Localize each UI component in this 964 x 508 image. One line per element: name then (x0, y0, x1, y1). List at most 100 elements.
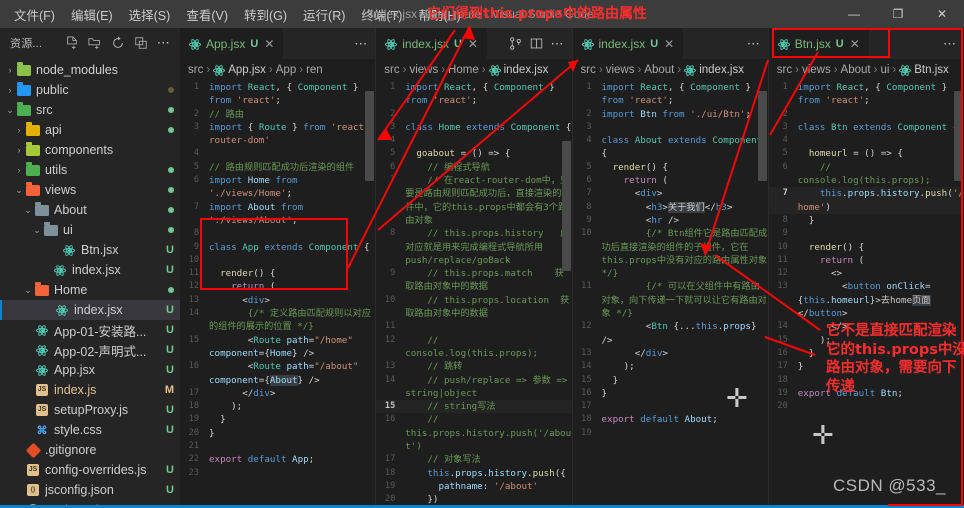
tree-item-app-jsx[interactable]: App.jsx U (0, 360, 180, 380)
close-icon[interactable]: ✕ (467, 37, 478, 51)
code-line[interactable]: 10 // this.props.location 获取路由对象中的数据 (376, 294, 571, 321)
code-line[interactable]: 11 (376, 320, 571, 333)
code-line[interactable]: 1 import React, { Component } from 'react… (180, 81, 375, 108)
twisty-icon[interactable]: ⌄ (22, 205, 34, 216)
tree-item-index-js[interactable]: JS index.js M (0, 380, 180, 400)
tree-item-style-css[interactable]: ⌘ style.css U (0, 420, 180, 440)
code-line[interactable]: 1 import React, { Component } from 'react… (769, 81, 964, 108)
code-line[interactable]: 17 </div> (180, 387, 375, 400)
code-line[interactable]: 18 export default About; (573, 413, 768, 426)
code-line[interactable]: 10 (180, 254, 375, 267)
code-line[interactable]: 4 (376, 134, 571, 147)
tree-item-home[interactable]: ⌄ Home (0, 280, 180, 300)
tree-item-public[interactable]: › public (0, 80, 180, 100)
layout-icon[interactable] (530, 37, 543, 50)
tree-item-app-01-------[interactable]: App-01-安装路... U (0, 320, 180, 340)
tree-item-app-02-------[interactable]: App-02-声明式... U (0, 340, 180, 360)
code-line[interactable]: 16 // this.props.history.push('/about') (376, 413, 571, 453)
code-line[interactable]: 22 export default App; (180, 453, 375, 466)
code-line[interactable]: 20} (180, 427, 375, 440)
breadcrumb-3[interactable]: src › views › About › index.jsx (572, 59, 768, 81)
code-line[interactable]: 19 (573, 427, 768, 440)
code-line[interactable]: 11 render() { (180, 267, 375, 280)
tree-item-setupproxy-js[interactable]: JS setupProxy.js U (0, 400, 180, 420)
close-icon[interactable]: ✕ (849, 37, 860, 51)
twisty-icon[interactable]: › (4, 65, 16, 75)
breadcrumb-segment[interactable]: views (802, 64, 831, 76)
breadcrumb-segment[interactable]: App.jsx (228, 64, 266, 76)
menu-item-go[interactable]: 转到(G) (236, 2, 295, 27)
code-line[interactable]: 6 return ( (573, 174, 768, 187)
tree-item-jsconfig-json[interactable]: {} jsconfig.json U (0, 480, 180, 500)
code-line[interactable]: 15 // string写法 (376, 400, 572, 414)
tree-item-ui[interactable]: ⌄ ui (0, 220, 180, 240)
code-line[interactable]: 10 render() { (769, 241, 964, 254)
breadcrumb-segment[interactable]: src (777, 64, 792, 76)
code-line[interactable]: 18 (769, 374, 964, 387)
twisty-icon[interactable]: ⌄ (22, 285, 34, 296)
menu-item-file[interactable]: 文件(F) (6, 2, 63, 27)
split-editor-icon[interactable] (509, 37, 522, 50)
code-line[interactable]: 16 <Route path="/about" component={About… (180, 360, 375, 387)
twisty-icon[interactable]: ⌄ (13, 185, 25, 196)
code-line[interactable]: 14 // push/replace => 参数 => string|objec… (376, 374, 571, 401)
tree-item-btn-jsx[interactable]: Btn.jsx U (0, 240, 180, 260)
code-line[interactable]: 19 export default Btn; (769, 387, 964, 400)
tree-item-index-jsx[interactable]: index.jsx U (0, 260, 180, 280)
tree-item-api[interactable]: › api (0, 120, 180, 140)
code-editor-1[interactable]: 1 import React, { Component } from 'react… (180, 81, 376, 508)
code-line[interactable]: 23 (180, 467, 375, 480)
code-line[interactable]: 13 <button onClick={this.homeurl}>去home页… (769, 280, 964, 320)
code-line[interactable]: 12 return ( (180, 280, 375, 293)
tree-item-utils[interactable]: › utils (0, 160, 180, 180)
code-line[interactable]: 8 } (769, 214, 964, 227)
code-line[interactable]: 2 import Btn from './ui/Btn'; (573, 108, 768, 121)
editor-tab-index-jsx[interactable]: index.jsx U ✕ (572, 28, 684, 59)
breadcrumb-segment[interactable]: index.jsx (699, 64, 744, 76)
breadcrumb-segment[interactable]: About (841, 64, 871, 76)
twisty-icon[interactable]: › (4, 85, 16, 95)
editor-scrollbar[interactable] (954, 91, 963, 181)
code-line[interactable]: 13 </div> (573, 347, 768, 360)
code-line[interactable]: 17} (769, 360, 964, 373)
code-line[interactable]: 8 // this.props.history 此对应就是用来完成编程式导航所用… (376, 227, 571, 267)
more-actions-icon[interactable]: ⋯ (354, 36, 367, 52)
code-editor-2[interactable]: 1 import React, { Component } from 'react… (376, 81, 572, 508)
editor-scrollbar[interactable] (365, 91, 375, 181)
close-icon[interactable]: ✕ (663, 37, 674, 51)
code-line[interactable]: 5 render() { (573, 161, 768, 174)
menu-item-view[interactable]: 查看(V) (178, 2, 236, 27)
tree-item-config-overrides-js[interactable]: JS config-overrides.js U (0, 460, 180, 480)
editor-scrollbar[interactable] (757, 91, 767, 181)
code-line[interactable]: 9 (769, 227, 964, 240)
code-line[interactable]: 4 (180, 147, 375, 160)
twisty-icon[interactable]: › (13, 165, 25, 175)
code-line[interactable]: 4 (769, 134, 964, 147)
tree-item-index-jsx[interactable]: index.jsx U (0, 300, 180, 320)
code-line[interactable]: 5 // 路由规则匹配成功后渲染的组件 (180, 161, 375, 174)
code-line[interactable]: 4 class About extends Component { (573, 134, 768, 161)
breadcrumb-segment[interactable]: views (606, 64, 635, 76)
code-line[interactable]: 20 (769, 400, 964, 413)
breadcrumb-segment[interactable]: ren (306, 64, 323, 76)
tree-item--gitignore[interactable]: .gitignore (0, 440, 180, 460)
breadcrumb-segment[interactable]: Home (448, 64, 479, 76)
more-actions-icon[interactable]: ⋯ (551, 36, 564, 52)
code-line[interactable]: 16 } (769, 347, 964, 360)
code-line[interactable]: 2 (376, 108, 571, 121)
code-line[interactable]: 3 (573, 121, 768, 134)
breadcrumb-segment[interactable]: views (409, 64, 438, 76)
menu-item-terminal[interactable]: 终端(T) (353, 2, 410, 27)
editor-tab-index-jsx[interactable]: index.jsx U ✕ (376, 28, 487, 59)
code-line[interactable]: 6 import Home from './views/Home'; (180, 174, 375, 201)
code-line[interactable]: 3 class Btn extends Component { (769, 121, 964, 134)
collapse-all-icon[interactable] (134, 36, 148, 50)
code-line[interactable]: 18 this.props.history.push({ (376, 467, 571, 480)
code-line[interactable]: 10 {/* Btn组件它是路由匹配成功后直接渲染的组件的子组件，它在this.… (573, 227, 768, 280)
refresh-icon[interactable] (111, 36, 125, 50)
breadcrumb-segment[interactable]: About (644, 64, 674, 76)
code-line[interactable]: 1 import React, { Component } from 'react… (573, 81, 768, 108)
code-line[interactable]: 9 <hr /> (573, 214, 768, 227)
breadcrumb-segment[interactable]: Btn.jsx (914, 64, 949, 76)
code-line[interactable]: 8 <h3>关于我们</h3> (573, 201, 768, 214)
